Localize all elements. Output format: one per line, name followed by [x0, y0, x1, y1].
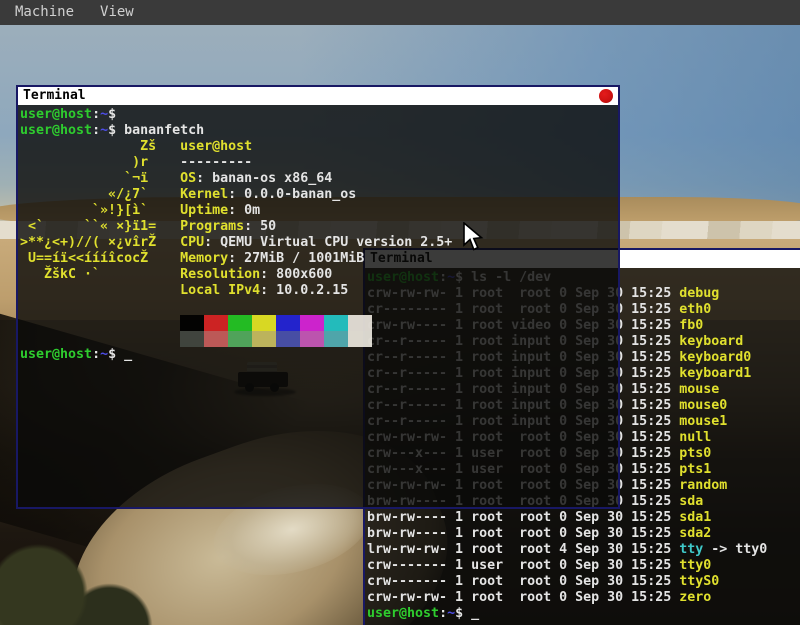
palette-swatch	[300, 315, 324, 331]
close-icon	[599, 89, 613, 103]
terminal-line: user@host:~$ bananfetch	[20, 123, 618, 139]
palette-swatch	[204, 315, 228, 331]
terminal-line: lrw-rw-rw- 1 root root 4 Sep 30 15:25 tt…	[367, 542, 800, 558]
terminal-line	[20, 299, 618, 315]
terminal-line	[20, 331, 618, 347]
terminal-line: user@host:~$	[20, 107, 618, 123]
terminal-window-1: Terminal user@host:~$user@host:~$ bananf…	[16, 85, 620, 509]
terminal-line: Zš user@host	[20, 139, 618, 155]
palette-swatch	[324, 331, 348, 347]
palette-swatch	[228, 315, 252, 331]
terminal-line: «/¿7` Kernel: 0.0.0-banan_os	[20, 187, 618, 203]
palette-swatch	[252, 315, 276, 331]
terminal-1-close-button[interactable]	[599, 89, 613, 103]
palette-swatch	[300, 331, 324, 347]
terminal-line: brw-rw---- 1 root root 0 Sep 30 15:25 sd…	[367, 526, 800, 542]
desktop: Terminal user@host:~$ ls -l /devcrw-rw-r…	[0, 25, 800, 625]
terminal-line: user@host:~$ _	[20, 347, 618, 363]
terminal-line: )r ---------	[20, 155, 618, 171]
terminal-1-title: Terminal	[23, 87, 86, 105]
palette-swatch	[204, 331, 228, 347]
terminal-line: `¬ï OS: banan-os x86_64	[20, 171, 618, 187]
terminal-line: U==íï<<íííîcocŽ Memory: 27MiB / 1001MiB	[20, 251, 618, 267]
palette-swatch	[348, 331, 372, 347]
terminal-line: >**¿<+)//( ×¿vîrŽ CPU: QEMU Virtual CPU …	[20, 235, 618, 251]
terminal-line: `»!}[ì` Uptime: 0m	[20, 203, 618, 219]
menu-item-machine[interactable]: Machine	[15, 0, 74, 25]
terminal-line	[20, 315, 618, 331]
palette-swatch	[276, 331, 300, 347]
palette-swatch	[180, 331, 204, 347]
menu-item-view[interactable]: View	[100, 0, 134, 25]
palette-swatch	[324, 315, 348, 331]
palette-swatch	[348, 315, 372, 331]
terminal-line: brw-rw---- 1 root root 0 Sep 30 15:25 sd…	[367, 510, 800, 526]
wallpaper-rocks	[0, 540, 185, 625]
terminal-line: user@host:~$ _	[367, 606, 800, 622]
terminal-line: Local IPv4: 10.0.2.15	[20, 283, 618, 299]
palette-swatch	[252, 331, 276, 347]
terminal-line: <` ``« ×}ï1= Programs: 50	[20, 219, 618, 235]
palette-swatch	[228, 331, 252, 347]
terminal-line: crw------- 1 root root 0 Sep 30 15:25 tt…	[367, 574, 800, 590]
menubar: Machine View	[0, 0, 800, 25]
palette-swatch	[276, 315, 300, 331]
terminal-line: ŽškC ·` Resolution: 800x600	[20, 267, 618, 283]
palette-swatch	[180, 315, 204, 331]
terminal-1-titlebar[interactable]: Terminal	[18, 87, 618, 105]
terminal-1-output: user@host:~$user@host:~$ bananfetch Zš u…	[20, 107, 618, 363]
vm-screen: Machine View Terminal user@	[0, 0, 800, 625]
terminal-1-content[interactable]: user@host:~$user@host:~$ bananfetch Zš u…	[18, 105, 618, 507]
terminal-line: crw-rw-rw- 1 root root 0 Sep 30 15:25 ze…	[367, 590, 800, 606]
terminal-line: crw------- 1 user root 0 Sep 30 15:25 tt…	[367, 558, 800, 574]
